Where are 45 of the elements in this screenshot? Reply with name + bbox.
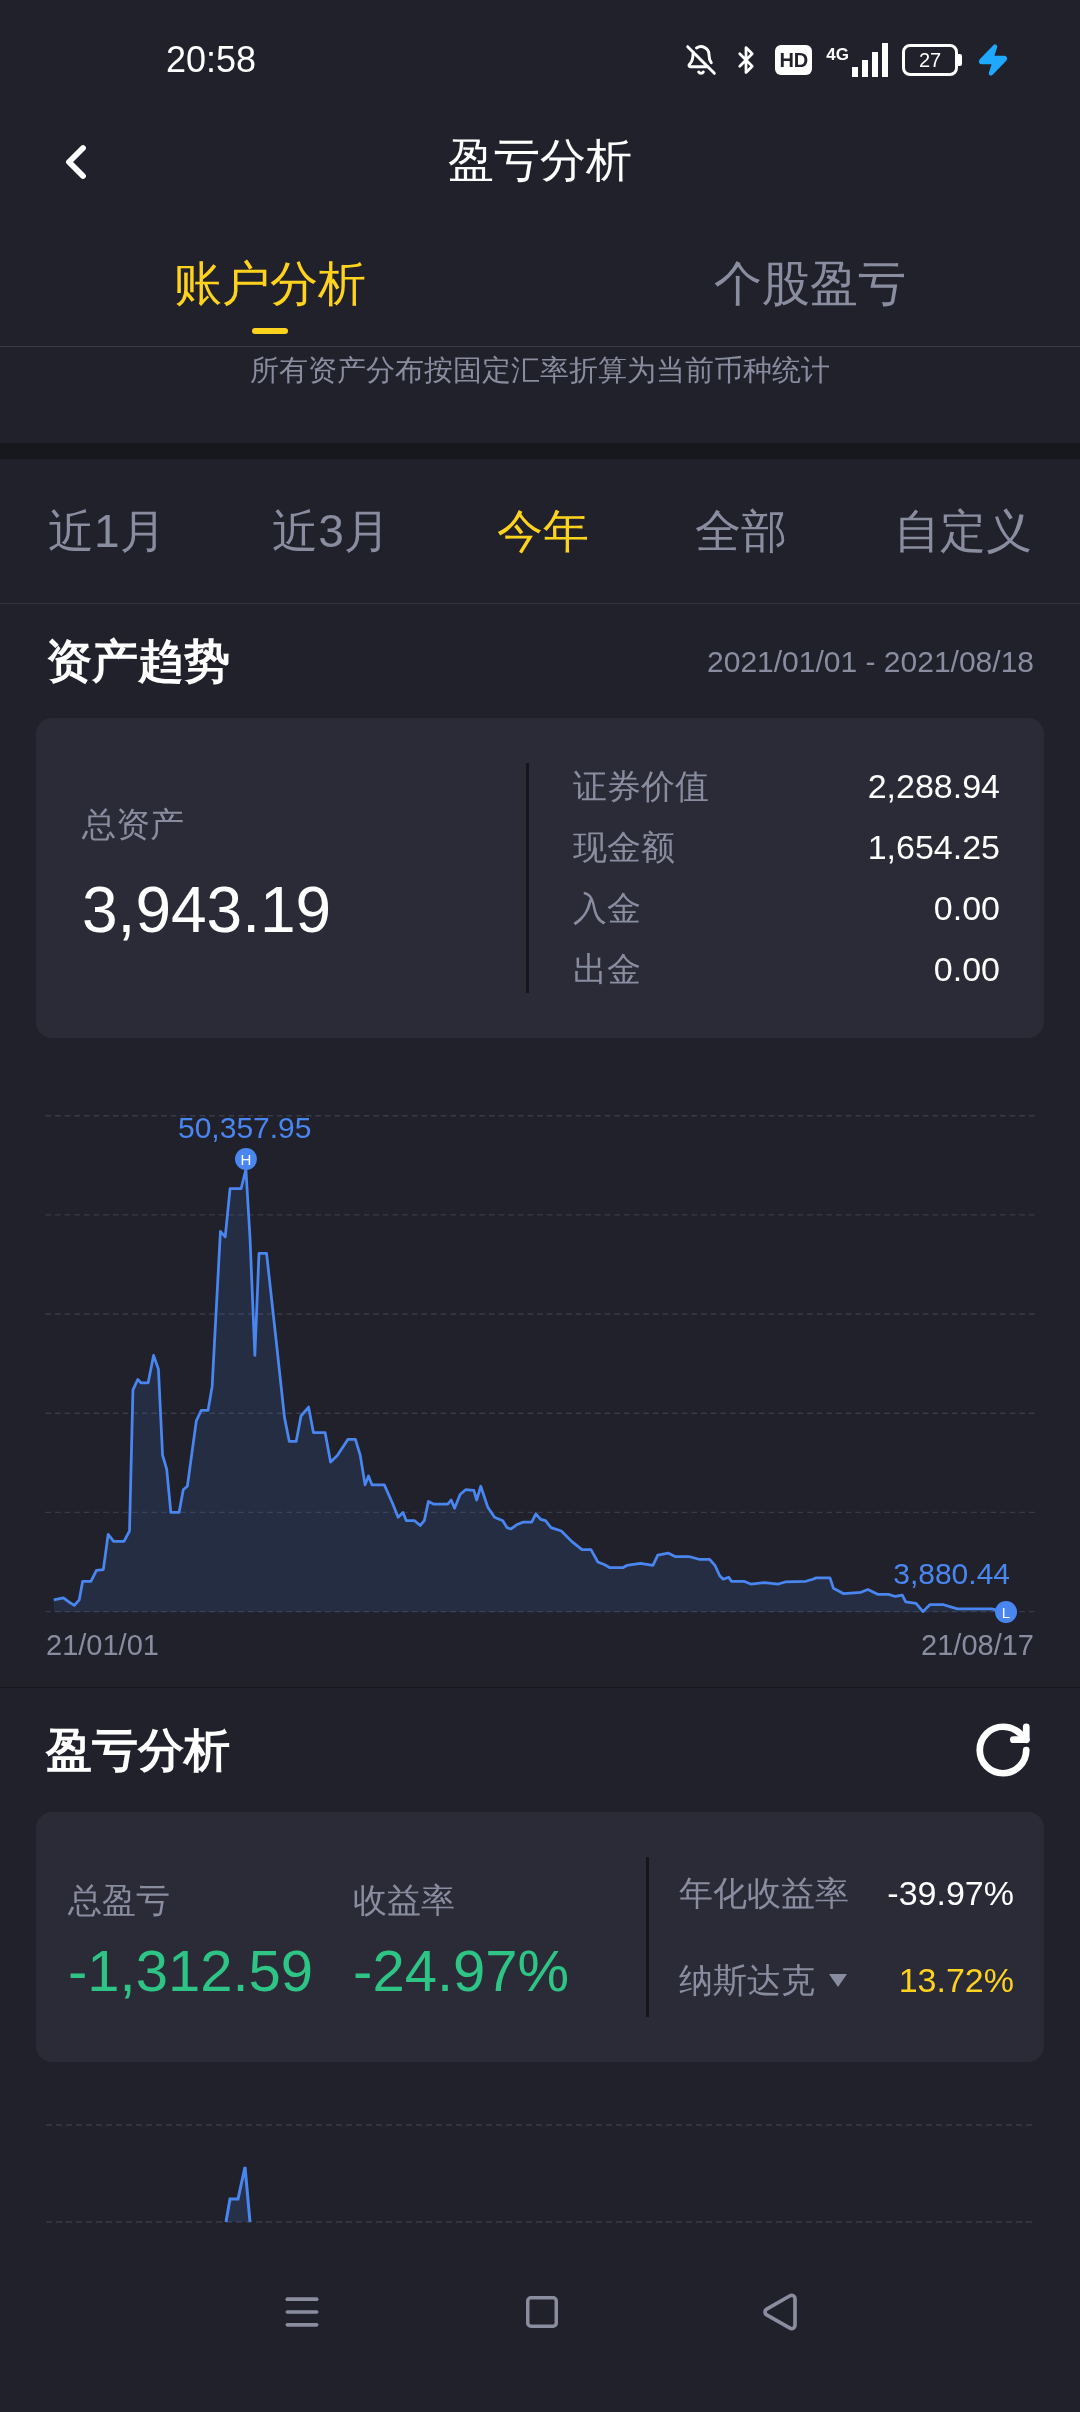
caret-icon (829, 1973, 847, 1988)
axis-end-date: 21/08/17 (921, 1628, 1034, 1663)
hd-badge: HD (775, 45, 813, 75)
low-marker: L (995, 1601, 1017, 1623)
period-tab[interactable]: 全部 (695, 496, 788, 566)
metric-value: -1,312.59 (68, 1941, 314, 2000)
high-value-label: 50,357.95 (178, 1110, 312, 1146)
axis-start-date: 21/01/01 (46, 1628, 159, 1663)
section-title: 盈亏分析 (46, 1722, 230, 1778)
total-assets-label: 总资产 (82, 803, 185, 845)
annualized-value: -39.97% (887, 1873, 1014, 1914)
charging-icon (976, 43, 1010, 77)
tab[interactable]: 账户分析 (174, 260, 366, 308)
tab[interactable]: 个股盈亏 (714, 260, 906, 308)
signal-icon (852, 43, 888, 77)
period-tab[interactable]: 近1月 (48, 496, 166, 566)
breakdown-value: 0.00 (933, 888, 1000, 929)
period-tab[interactable]: 自定义 (894, 496, 1032, 566)
metric-label: 总盈亏 (68, 1879, 171, 1921)
breakdown-label: 现金额 (573, 827, 675, 868)
breakdown-value: 0.00 (933, 949, 1000, 990)
section-title: 资产趋势 (46, 633, 230, 689)
date-range: 2021/01/01 - 2021/08/18 (707, 643, 1034, 680)
breakdown-label: 入金 (573, 888, 641, 929)
breakdown-label: 出金 (573, 949, 641, 990)
status-time: 20:58 (166, 38, 257, 82)
benchmark-value: 13.72% (898, 1960, 1014, 2001)
benchmark-dropdown[interactable]: 纳斯达克 (679, 1955, 847, 2006)
breakdown-value: 2,288.94 (867, 766, 1000, 807)
total-assets-value: 3,943.19 (82, 872, 333, 948)
period-tab[interactable]: 今年 (496, 496, 589, 566)
low-value-label: 3,880.44 (893, 1556, 1010, 1592)
bell-off-icon (685, 44, 718, 76)
annualized-label: 年化收益率 (679, 1873, 849, 1914)
network-label: 4G (826, 46, 849, 63)
high-marker: H (235, 1148, 257, 1170)
breakdown-label: 证券价值 (573, 766, 709, 807)
page-title: 盈亏分析 (448, 132, 632, 188)
battery-indicator: 27 (902, 44, 958, 76)
home-button[interactable] (523, 2293, 561, 2331)
breakdown-value: 1,654.25 (867, 827, 1000, 868)
currency-note: 所有资产分布按固定汇率折算为当前币种统计 (250, 353, 830, 388)
period-tab[interactable]: 近3月 (272, 496, 390, 566)
metric-label: 收益率 (353, 1879, 457, 1921)
metric-value: -24.97% (353, 1941, 570, 2000)
